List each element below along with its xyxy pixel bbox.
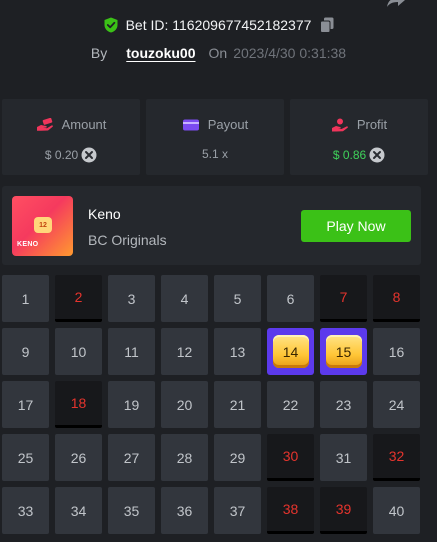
keno-cell-38: 38: [267, 487, 314, 534]
keno-cell-3: 3: [108, 275, 155, 322]
keno-ball-icon: 12: [34, 217, 52, 233]
keno-cell-6: 6: [267, 275, 314, 322]
keno-cell-17: 17: [2, 381, 49, 428]
amount-stat: Amount $ 0.20: [2, 99, 140, 175]
keno-cell-18: 18: [55, 381, 102, 428]
keno-cell-26: 26: [55, 434, 102, 481]
keno-cell-10: 10: [55, 328, 102, 375]
keno-cell-40: 40: [373, 487, 420, 534]
keno-cell-9: 9: [2, 328, 49, 375]
payout-stat: Payout 5.1 x: [146, 99, 284, 175]
keno-cell-25: 25: [2, 434, 49, 481]
game-card: 12 KENO Keno BC Originals Play Now: [2, 186, 421, 265]
profit-value: $ 0.86: [332, 148, 367, 162]
wallet-icon: [182, 119, 199, 130]
amount-label: Amount: [61, 117, 107, 132]
keno-cell-15: 15: [320, 328, 367, 375]
keno-cell-24: 24: [373, 381, 420, 428]
game-name: Keno: [88, 206, 121, 222]
keno-grid: 1 2 3 4 5 6 7 8 9 10 11 12 13 14 15 16 17 18 19 20 21 22 23 24 2…: [2, 275, 420, 534]
coin-icon: [369, 147, 385, 163]
username-link[interactable]: touzoku00: [126, 45, 195, 61]
keno-cell-33: 33: [2, 487, 49, 534]
copy-icon[interactable]: [320, 17, 334, 33]
keno-cell-16: 16: [373, 328, 420, 375]
keno-cell-35: 35: [108, 487, 155, 534]
keno-cell-19: 19: [108, 381, 155, 428]
keno-cell-34: 34: [55, 487, 102, 534]
game-thumbnail[interactable]: 12 KENO: [12, 196, 73, 256]
bet-timestamp: 2023/4/30 0:31:38: [233, 45, 347, 61]
bet-author-row: By touzoku00 On 2023/4/30 0:31:38: [0, 45, 437, 61]
shield-check-icon: [104, 17, 118, 33]
keno-cell-21: 21: [214, 381, 261, 428]
profit-stat: Profit $ 0.86: [290, 99, 428, 175]
coin-icon: [81, 147, 97, 163]
bet-stats: Amount $ 0.20 Payout 5.1 x Profit $ 0.86: [2, 99, 428, 175]
keno-cell-31: 31: [320, 434, 367, 481]
keno-cell-22: 22: [267, 381, 314, 428]
hit-gem-icon: 15: [325, 335, 362, 368]
keno-cell-37: 37: [214, 487, 261, 534]
amount-value: $ 0.20: [44, 148, 79, 162]
bet-id-row: Bet ID: 116209677452182377: [0, 17, 437, 33]
on-label: On: [208, 45, 228, 61]
keno-cell-27: 27: [108, 434, 155, 481]
keno-cell-39: 39: [320, 487, 367, 534]
keno-cell-14: 14: [267, 328, 314, 375]
keno-cell-23: 23: [320, 381, 367, 428]
keno-cell-28: 28: [161, 434, 208, 481]
thumbnail-label: KENO: [17, 241, 39, 248]
payout-value: 5.1 x: [201, 147, 228, 161]
keno-cell-8: 8: [373, 275, 420, 322]
share-icon[interactable]: [385, 0, 407, 8]
bet-id: Bet ID: 116209677452182377: [125, 17, 312, 33]
keno-cell-13: 13: [214, 328, 261, 375]
keno-cell-7: 7: [320, 275, 367, 322]
keno-cell-29: 29: [214, 434, 261, 481]
game-provider: BC Originals: [88, 232, 167, 248]
profit-hand-icon: [331, 118, 348, 131]
keno-cell-32: 32: [373, 434, 420, 481]
keno-cell-30: 30: [267, 434, 314, 481]
keno-cell-20: 20: [161, 381, 208, 428]
keno-cell-12: 12: [161, 328, 208, 375]
keno-cell-5: 5: [214, 275, 261, 322]
keno-cell-2: 2: [55, 275, 102, 322]
play-now-button[interactable]: Play Now: [301, 210, 411, 242]
hit-gem-icon: 14: [272, 335, 309, 368]
by-label: By: [90, 45, 108, 61]
keno-cell-1: 1: [2, 275, 49, 322]
keno-cell-11: 11: [108, 328, 155, 375]
keno-cell-4: 4: [161, 275, 208, 322]
keno-cell-36: 36: [161, 487, 208, 534]
money-hand-icon: [36, 117, 53, 131]
profit-label: Profit: [356, 117, 388, 132]
payout-label: Payout: [207, 117, 249, 132]
